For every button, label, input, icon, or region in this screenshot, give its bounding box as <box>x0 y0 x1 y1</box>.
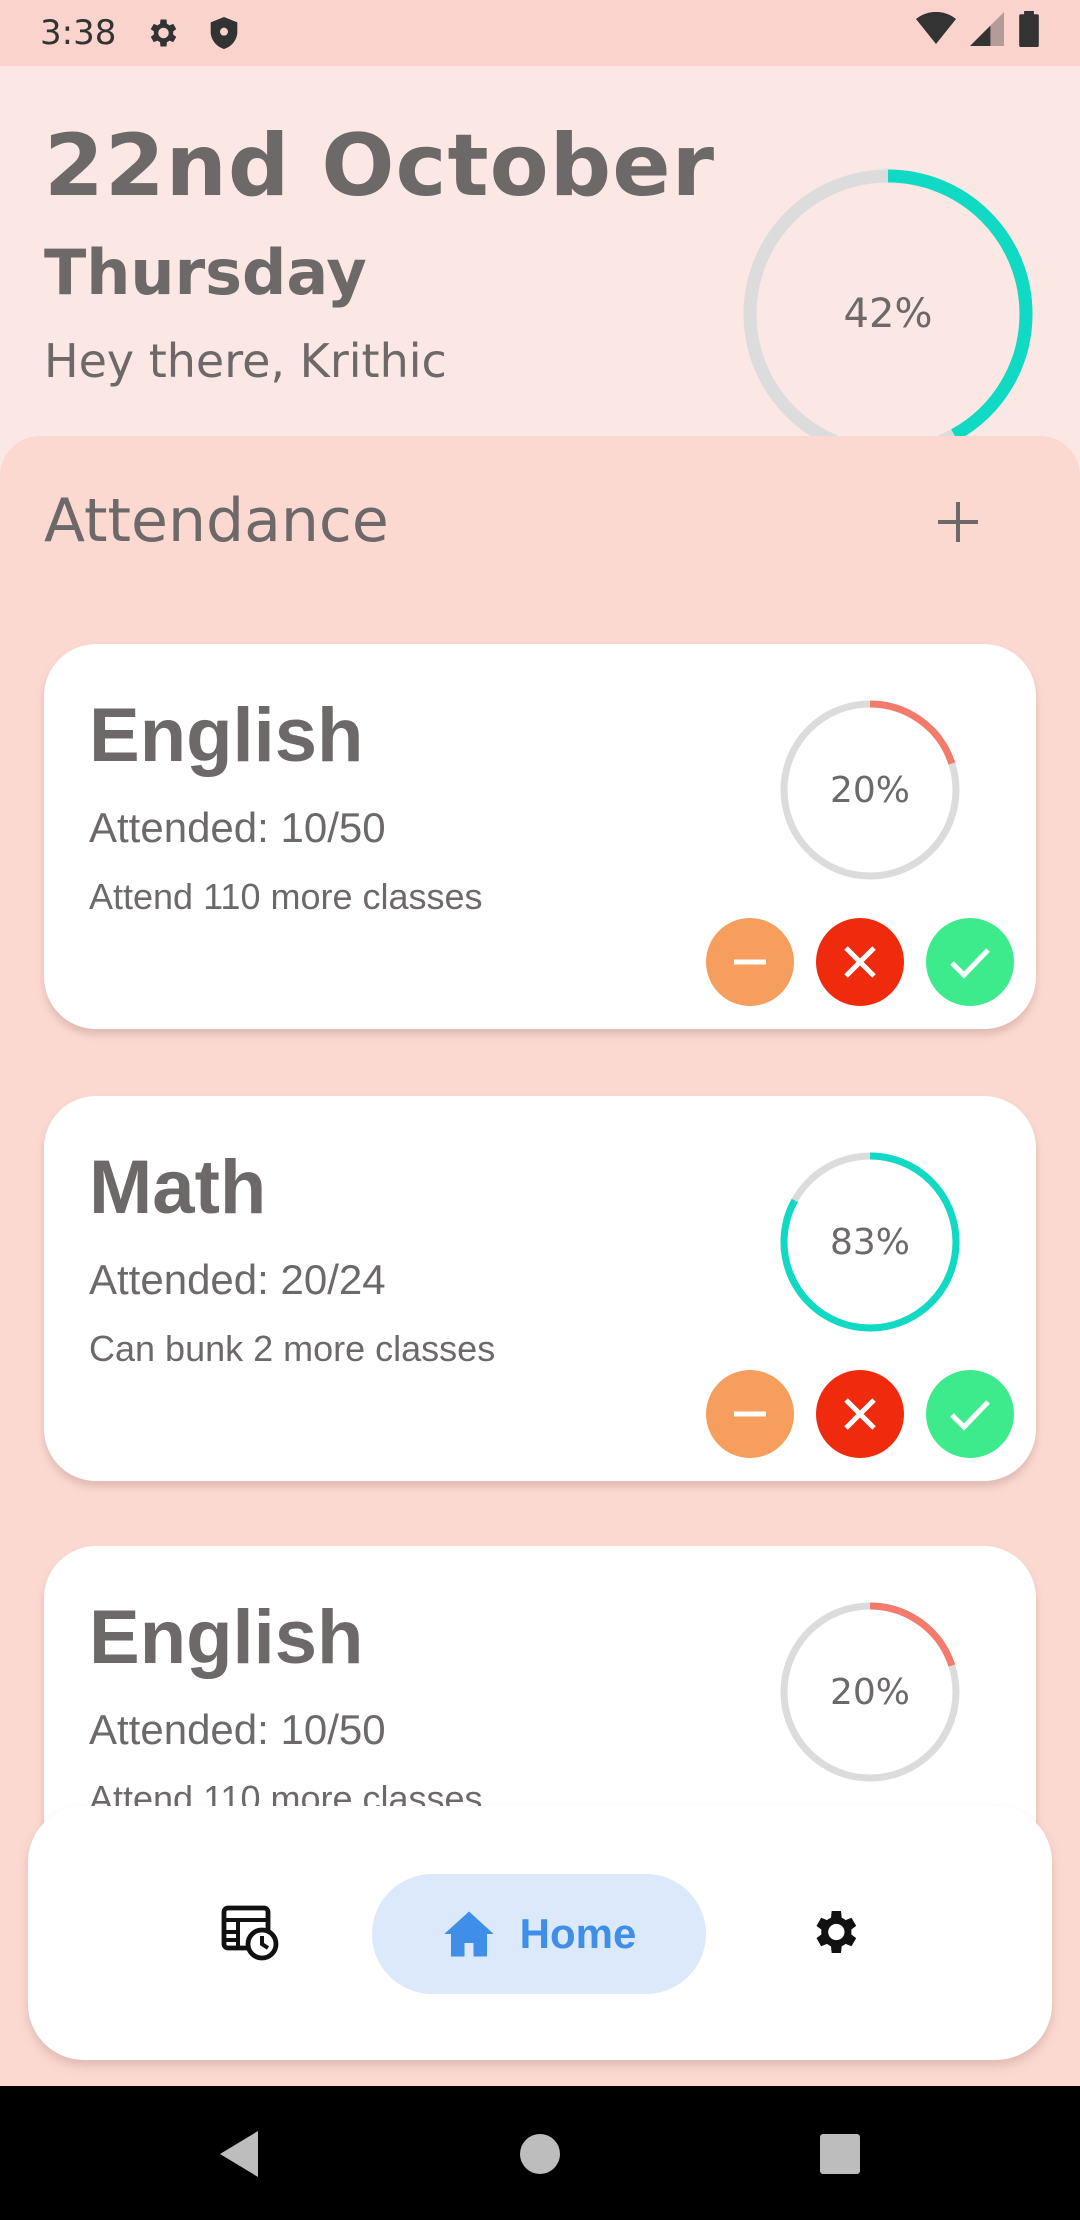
attended-count: Attended: 10/50 <box>89 1706 386 1753</box>
attended-count: Attended: 10/50 <box>89 804 386 851</box>
mark-absent-button[interactable] <box>816 918 904 1006</box>
nav-home-label: Home <box>519 1910 637 1957</box>
subject-percent-label: 20% <box>829 1671 910 1713</box>
subject-attendance-ring: 20% <box>778 698 962 882</box>
home-system-button[interactable] <box>514 2128 566 2180</box>
back-button[interactable] <box>214 2128 266 2180</box>
back-triangle-icon <box>220 2131 258 2177</box>
status-bar: 3:38 <box>0 0 1080 66</box>
home-circle-icon <box>520 2134 560 2174</box>
attended-count: Attended: 20/24 <box>89 1256 386 1303</box>
timetable-icon <box>221 1905 279 1961</box>
weekday-label: Thursday <box>44 236 367 309</box>
subject-name: Math <box>89 1145 267 1230</box>
attendance-actions <box>706 918 1014 1006</box>
mark-present-button[interactable] <box>926 1370 1014 1458</box>
overall-percent-label: 42% <box>843 291 933 337</box>
shield-status-icon <box>208 15 240 51</box>
page-title-date: 22nd October <box>44 116 715 216</box>
remove-class-button[interactable] <box>706 918 794 1006</box>
nav-home[interactable]: Home <box>372 1874 706 1994</box>
attendance-hint: Can bunk 2 more classes <box>89 1328 496 1369</box>
recents-square-icon <box>820 2134 860 2174</box>
remove-class-button[interactable] <box>706 1370 794 1458</box>
mark-absent-button[interactable] <box>816 1370 904 1458</box>
check-icon <box>950 948 990 979</box>
subject-card-english[interactable]: English Attended: 10/50 Attend 110 more … <box>44 644 1036 1029</box>
attendance-title: Attendance <box>44 486 389 556</box>
header: 22nd October Thursday Hey there, Krithic… <box>0 66 1080 459</box>
recents-button[interactable] <box>814 2128 866 2180</box>
attendance-actions <box>706 1370 1014 1458</box>
settings-icon <box>816 1911 857 1953</box>
system-navigation-bar <box>0 2086 1080 2220</box>
nav-timetable[interactable] <box>208 1890 292 1974</box>
subject-percent-label: 83% <box>829 1221 910 1263</box>
subject-attendance-ring: 83% <box>778 1150 962 1334</box>
add-subject-button[interactable] <box>922 486 994 558</box>
minus-icon <box>734 959 766 965</box>
close-icon <box>844 946 876 978</box>
status-time: 3:38 <box>40 13 117 53</box>
overall-attendance-ring: 42% <box>740 166 1036 462</box>
nav-settings[interactable] <box>792 1890 876 1974</box>
home-icon <box>443 1911 494 1957</box>
signal-icon <box>970 11 1004 55</box>
battery-icon <box>1018 10 1040 56</box>
minus-icon <box>734 1411 766 1417</box>
subject-name: English <box>89 1595 364 1680</box>
subject-card-math[interactable]: Math Attended: 20/24 Can bunk 2 more cla… <box>44 1096 1036 1481</box>
bottom-navigation: Home <box>28 1806 1052 2060</box>
check-icon <box>950 1400 990 1431</box>
subject-name: English <box>89 693 364 778</box>
wifi-icon <box>916 11 956 55</box>
subject-attendance-ring: 20% <box>778 1600 962 1784</box>
mark-present-button[interactable] <box>926 918 1014 1006</box>
greeting-text: Hey there, Krithic <box>44 334 447 388</box>
plus-icon <box>938 502 978 542</box>
settings-status-icon <box>144 15 180 51</box>
subject-percent-label: 20% <box>829 769 910 811</box>
close-icon <box>844 1398 876 1430</box>
attendance-hint: Attend 110 more classes <box>89 876 483 917</box>
